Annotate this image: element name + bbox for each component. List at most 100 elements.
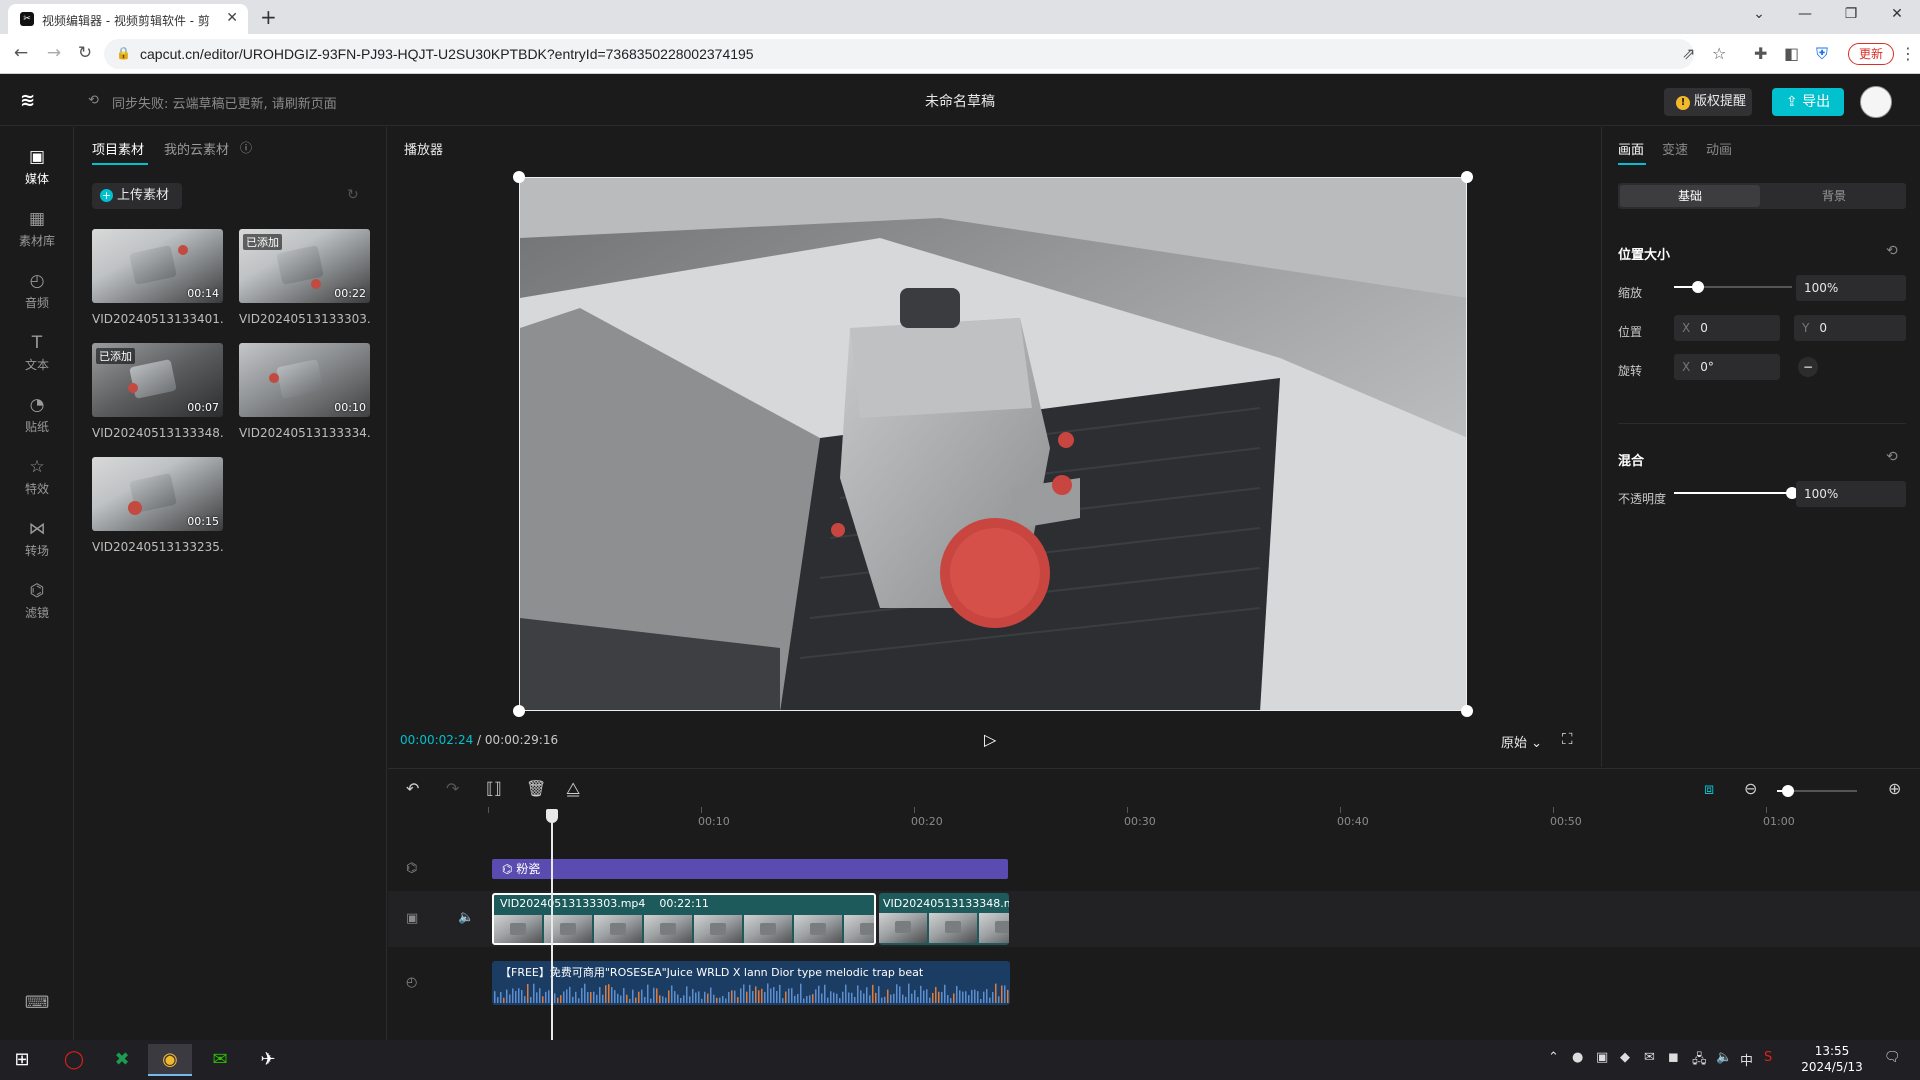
timeline-video-clip[interactable]: VID20240513133348.mp4	[879, 893, 1009, 945]
tab-animation[interactable]: 动画	[1706, 139, 1732, 158]
tab-picture[interactable]: 画面	[1618, 139, 1644, 158]
share-icon[interactable]: ⇗	[1682, 44, 1695, 63]
volume-icon[interactable]: 🔈	[1716, 1050, 1732, 1065]
shield-extension-icon[interactable]: ⛨	[1816, 44, 1828, 64]
rail-item-filter[interactable]: ⌬ 滤镜	[0, 581, 74, 621]
capcut-logo-icon[interactable]: ≋	[20, 90, 42, 112]
magnet-snap-icon[interactable]: ⧈	[1704, 779, 1714, 799]
time-ruler[interactable]: 00:10 00:20 00:30 00:40 00:50 01:00	[488, 807, 1920, 833]
split-icon[interactable]: ⟦⟧	[486, 779, 502, 798]
tray-app-icon[interactable]: ▣	[1596, 1050, 1608, 1065]
reset-icon[interactable]: ⟲	[1886, 243, 1898, 259]
rail-item-sticker[interactable]: ◔ 贴纸	[0, 395, 74, 435]
delete-icon[interactable]: 🗑	[526, 779, 546, 798]
aspect-ratio-dropdown[interactable]: 原始 ⌄	[1501, 732, 1542, 751]
system-clock[interactable]: 13:55 2024/5/13	[1792, 1043, 1872, 1075]
sogou-ime-icon[interactable]: S	[1764, 1050, 1772, 1065]
tab-cloud-media[interactable]: 我的云素材	[164, 139, 229, 158]
excel-icon[interactable]: ✖	[100, 1044, 144, 1076]
tray-wechat-icon[interactable]: ✉	[1644, 1050, 1655, 1065]
chrome-icon[interactable]: ◉	[148, 1044, 192, 1076]
tab-close-icon[interactable]: ✕	[226, 10, 238, 26]
media-clip[interactable]: 00:15 VID20240513133235.	[92, 457, 223, 554]
rail-item-effects[interactable]: ☆ 特效	[0, 457, 74, 497]
minimize-icon[interactable]: —	[1790, 6, 1820, 22]
resize-handle[interactable]	[513, 705, 525, 717]
undo-icon[interactable]: ↶	[406, 779, 419, 798]
fullscreen-icon[interactable]: ⛶	[1562, 730, 1573, 748]
back-icon[interactable]: ←	[10, 43, 32, 63]
tab-speed[interactable]: 变速	[1662, 139, 1688, 158]
scale-value-field[interactable]: 100%	[1796, 275, 1906, 301]
opacity-value-field[interactable]: 100%	[1796, 481, 1906, 507]
segment-background[interactable]: 背景	[1764, 185, 1904, 207]
bookmark-star-icon[interactable]: ☆	[1712, 44, 1726, 63]
browser-tab[interactable]: ✂ 视频编辑器 - 视频剪辑软件 - 剪 ✕	[8, 4, 248, 34]
tray-app-icon[interactable]: ◆	[1620, 1050, 1630, 1065]
new-tab-icon[interactable]: +	[260, 5, 277, 29]
window-close-icon[interactable]: ✕	[1882, 6, 1912, 22]
tray-app-icon[interactable]: ●	[1572, 1050, 1583, 1065]
export-button[interactable]: ⇪ 导出	[1772, 88, 1844, 116]
browser-update-button[interactable]: 更新	[1848, 43, 1894, 65]
reload-icon[interactable]: ↻	[74, 43, 96, 63]
tray-app-icon[interactable]: ◼	[1668, 1050, 1679, 1065]
filter-clip[interactable]: ⌬ 粉瓷	[492, 859, 1008, 879]
tab-search-icon[interactable]: ⌄	[1744, 6, 1774, 22]
wechat-icon[interactable]: ✉	[198, 1044, 242, 1076]
url-field[interactable]: 🔒 capcut.cn/editor/UROHDGIZ-93FN-PJ93-HQ…	[104, 39, 1694, 69]
position-x-field[interactable]: X0	[1674, 315, 1780, 341]
resize-handle[interactable]	[513, 171, 525, 183]
restore-icon[interactable]: ❐	[1836, 6, 1866, 22]
opacity-slider[interactable]	[1674, 485, 1798, 501]
reset-icon[interactable]: ⟲	[1886, 449, 1898, 465]
rotation-dial-icon[interactable]: −	[1798, 357, 1818, 377]
track-volume-icon[interactable]: 🔈	[458, 910, 474, 925]
playhead-handle[interactable]	[546, 809, 558, 823]
browser-menu-icon[interactable]: ⋮	[1900, 44, 1916, 63]
extensions-icon[interactable]: ✚	[1754, 44, 1767, 63]
ime-indicator[interactable]: 中	[1740, 1050, 1753, 1069]
notifications-icon[interactable]: 🗨	[1884, 1050, 1901, 1065]
side-panel-icon[interactable]: ◧	[1784, 44, 1799, 63]
segment-basic[interactable]: 基础	[1620, 185, 1760, 207]
keyboard-shortcuts-button[interactable]: ⌨	[0, 993, 74, 1016]
zoom-out-icon[interactable]: ⊖	[1744, 779, 1757, 798]
slider-knob[interactable]	[1692, 281, 1704, 293]
play-icon[interactable]: ▷	[984, 730, 996, 749]
redo-icon[interactable]: ↷	[446, 779, 459, 798]
upload-media-button[interactable]: + 上传素材	[92, 183, 182, 209]
user-avatar[interactable]	[1860, 86, 1892, 118]
refresh-icon[interactable]: ↻	[347, 187, 359, 203]
media-clip[interactable]: 已添加 00:22 VID20240513133303.	[239, 229, 370, 326]
rail-item-transition[interactable]: ⋈ 转场	[0, 519, 74, 559]
rotation-field[interactable]: X 0°	[1674, 354, 1780, 380]
rail-item-library[interactable]: ▦ 素材库	[0, 209, 74, 249]
rail-item-audio[interactable]: ◴ 音频	[0, 271, 74, 311]
timeline-audio-clip[interactable]: 【FREE】免费可商用"ROSESEA"Juice WRLD X lann Di…	[492, 961, 1010, 1005]
network-icon[interactable]: 🖧	[1692, 1050, 1707, 1072]
app-icon[interactable]: ✈	[246, 1044, 290, 1076]
zoom-in-icon[interactable]: ⊕	[1888, 779, 1901, 798]
timeline-video-clip[interactable]: VID20240513133303.mp4 00:22:11	[492, 893, 876, 945]
playhead[interactable]	[551, 811, 553, 1041]
info-icon[interactable]: ⓘ	[240, 139, 252, 156]
rail-item-media[interactable]: ▣ 媒体	[0, 147, 74, 187]
copyright-reminder-button[interactable]: ! 版权提醒	[1664, 88, 1752, 116]
video-preview[interactable]	[519, 177, 1467, 711]
rail-item-text[interactable]: T 文本	[0, 333, 74, 373]
tab-project-media[interactable]: 项目素材	[92, 139, 144, 158]
mirror-icon[interactable]: ⧋	[566, 779, 580, 799]
media-clip[interactable]: 00:14 VID20240513133401.	[92, 229, 223, 326]
media-clip[interactable]: 已添加 00:07 VID20240513133348.	[92, 343, 223, 440]
zoom-slider-knob[interactable]	[1782, 785, 1794, 797]
draft-title[interactable]: 未命名草稿	[900, 91, 1020, 111]
forward-icon[interactable]: →	[43, 43, 65, 63]
resize-handle[interactable]	[1461, 171, 1473, 183]
windows-start-icon[interactable]: ⊞	[0, 1044, 44, 1076]
scale-slider[interactable]	[1674, 279, 1792, 295]
resize-handle[interactable]	[1461, 705, 1473, 717]
tray-expand-icon[interactable]: ⌃	[1548, 1050, 1559, 1065]
position-y-field[interactable]: Y0	[1794, 315, 1906, 341]
media-clip[interactable]: 00:10 VID20240513133334.	[239, 343, 370, 440]
